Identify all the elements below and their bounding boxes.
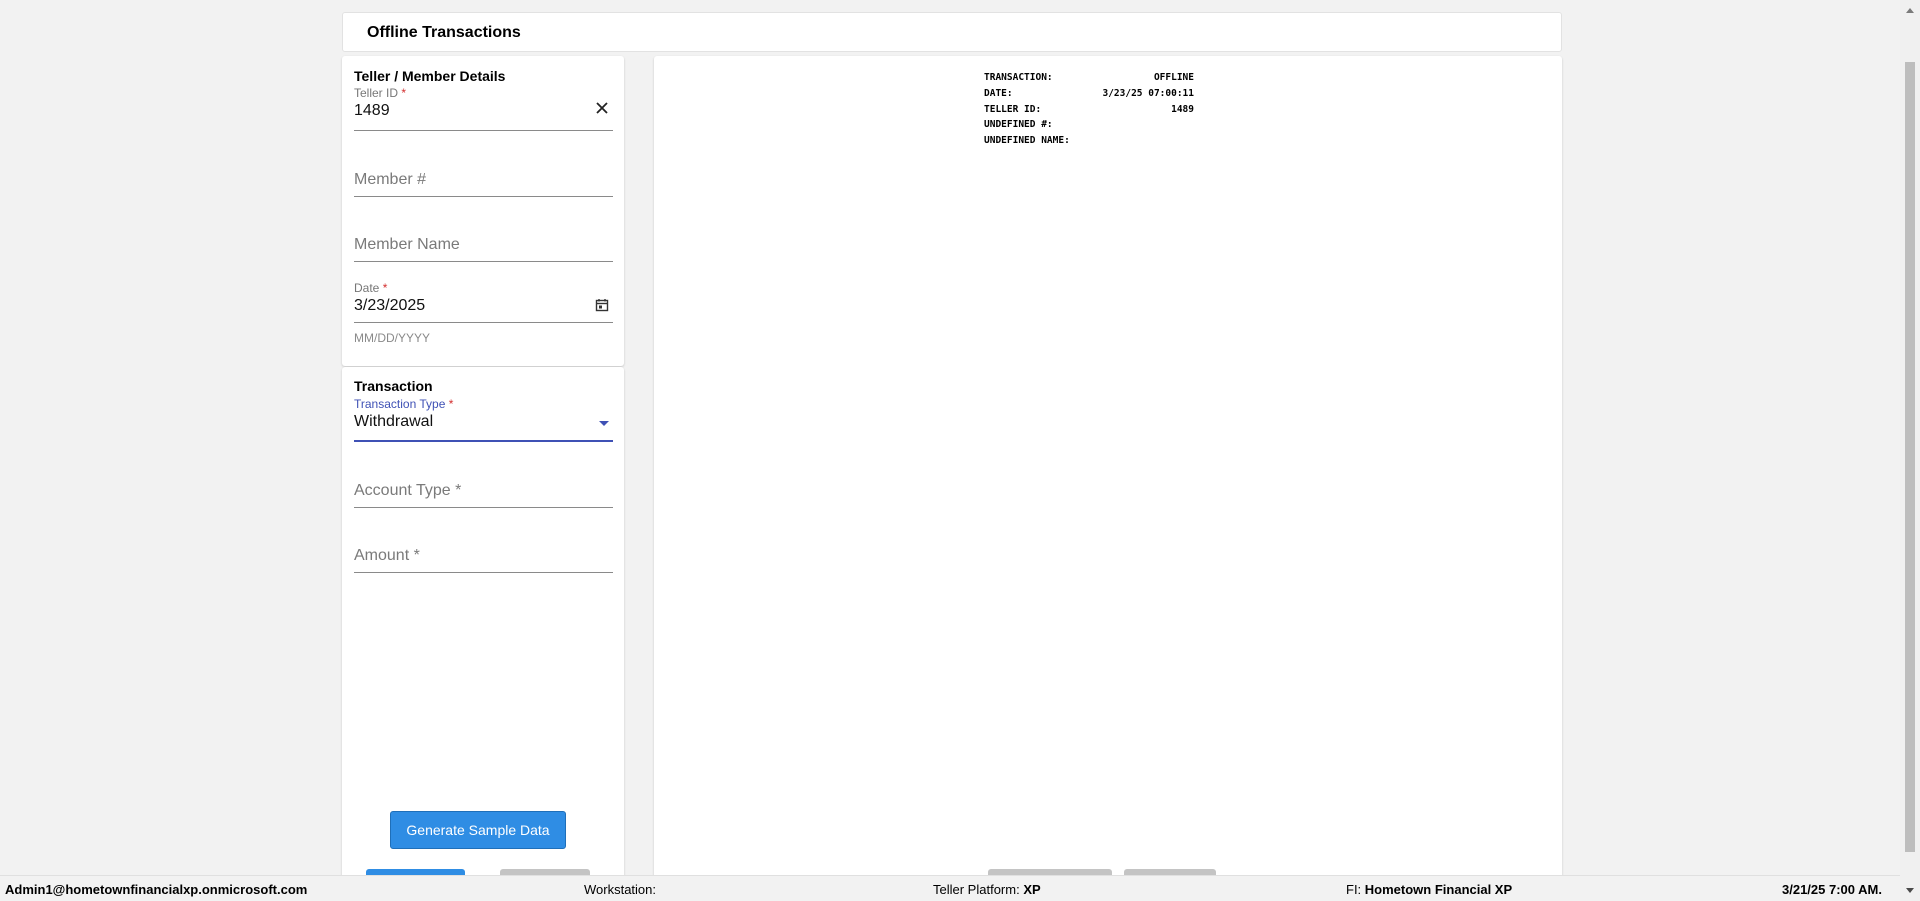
receipt-row-label: DATE: [984, 87, 1013, 99]
teller-id-value[interactable]: 1489 [354, 102, 390, 120]
transaction-section-title: Transaction [354, 378, 433, 394]
date-label: Date * [354, 281, 388, 295]
date-value[interactable]: 3/23/2025 [354, 297, 425, 315]
receipt-row: TRANSACTION: OFFLINE [984, 70, 1194, 86]
generate-sample-data-button[interactable]: Generate Sample Data [390, 811, 566, 849]
receipt-row: DATE: 3/23/25 07:00:11 [984, 86, 1194, 102]
date-format-hint: MM/DD/YYYY [354, 331, 431, 345]
teller-id-label: Teller ID * [354, 86, 407, 100]
calendar-icon[interactable] [595, 298, 609, 317]
page-title: Offline Transactions [367, 24, 521, 41]
receipt-row-value: OFFLINE [1153, 72, 1194, 83]
receipt-row-value: 3/23/25 07:00:11 [1102, 87, 1194, 99]
receipt-row: UNDEFINED #: [984, 117, 1194, 133]
receipt-row: UNDEFINED NAME: [984, 133, 1194, 149]
receipt-preview-panel: TRANSACTION: OFFLINE DATE: 3/23/25 07:00:1… [654, 56, 1562, 875]
status-datetime: 3/21/25 7:00 AM. [1782, 882, 1882, 897]
status-workstation: Workstation: [584, 882, 657, 897]
member-number-field[interactable]: Member # [354, 166, 613, 206]
amount-underline [354, 572, 613, 573]
status-user: Admin1@hometownfinancialxp.onmicrosoft.c… [5, 882, 308, 897]
details-section-title: Teller / Member Details [354, 68, 506, 84]
receipt-row-label: UNDEFINED NAME: [984, 135, 1070, 147]
transaction-card: Transaction Transaction Type * Withdrawa… [342, 367, 624, 875]
transaction-type-label: Transaction Type * [354, 397, 454, 411]
account-type-underline [354, 507, 613, 508]
status-fi: FI: Hometown Financial XP [1346, 882, 1513, 897]
transaction-type-value[interactable]: Withdrawal [354, 413, 433, 431]
receipt-row-label: UNDEFINED #: [984, 119, 1053, 131]
account-type-placeholder: Account Type * [354, 482, 462, 499]
member-number-placeholder: Member # [354, 171, 427, 188]
receipt-text: TRANSACTION: OFFLINE DATE: 3/23/25 07:00:1… [984, 70, 1194, 149]
member-name-field[interactable]: Member Name [354, 231, 613, 271]
date-field[interactable]: Date * 3/23/2025 MM/DD/YYYY [354, 281, 613, 351]
vertical-scrollbar[interactable] [1900, 0, 1920, 901]
receipt-row-value: 1489 [1171, 103, 1194, 115]
dropdown-caret-icon[interactable] [599, 421, 609, 426]
scroll-up-icon[interactable] [1906, 8, 1914, 13]
transaction-type-select[interactable]: Transaction Type * Withdrawal [354, 397, 613, 443]
teller-id-field[interactable]: Teller ID * 1489 [354, 86, 613, 132]
amount-field[interactable]: Amount * [354, 547, 613, 587]
account-type-select[interactable]: Account Type * [354, 482, 613, 522]
transaction-type-underline [354, 440, 613, 442]
app-viewport: Offline Transactions Teller / Member Det… [0, 0, 1900, 875]
page-header: Offline Transactions [342, 12, 1562, 52]
member-number-underline [354, 196, 613, 197]
receipt-row-label: TELLER ID: [984, 103, 1042, 115]
receipt-row-label: TRANSACTION: [984, 72, 1053, 83]
status-teller-platform: Teller Platform: XP [933, 882, 1041, 897]
member-name-placeholder: Member Name [354, 236, 460, 253]
amount-placeholder: Amount * [354, 547, 420, 564]
status-bar: Admin1@hometownfinancialxp.onmicrosoft.c… [0, 875, 1900, 901]
receipt-row: TELLER ID: 1489 [984, 102, 1194, 118]
member-name-underline [354, 261, 613, 262]
scroll-down-icon[interactable] [1906, 888, 1914, 893]
close-icon[interactable] [595, 101, 609, 120]
scroll-thumb[interactable] [1905, 62, 1915, 852]
date-underline [354, 322, 613, 323]
teller-member-details-card: Teller / Member Details Teller ID * 1489… [342, 56, 624, 366]
teller-id-underline [354, 130, 613, 131]
